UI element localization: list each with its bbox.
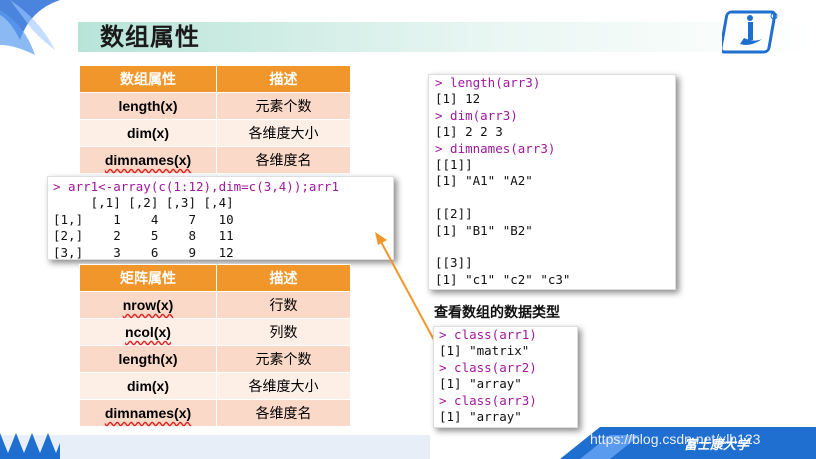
table-cell: dim(x): [79, 119, 217, 147]
console-line: > class(arr2): [439, 359, 537, 375]
table-cell: nrow(x): [79, 291, 217, 319]
table-cell: ncol(x): [79, 318, 217, 346]
table-cell: 各维度大小: [216, 372, 351, 400]
table-cell: length(x): [79, 92, 217, 120]
table-row: ncol(x) 列数: [79, 318, 351, 346]
console-line: [1,] 1 4 7 10: [53, 211, 234, 227]
console-line: [[3]]: [435, 255, 473, 271]
corner-decoration-icon: [0, 0, 60, 55]
table-cell: dimnames(x): [79, 399, 217, 427]
table-cell: 列数: [216, 318, 351, 346]
console-line: > dim(arr3): [435, 107, 518, 123]
console-line: > class(arr1): [439, 327, 537, 342]
table-header: 数组属性: [79, 65, 217, 93]
table-cell: 各维度名: [216, 399, 351, 427]
array-attributes-table: 数组属性 描述 length(x) 元素个数 dim(x) 各维度大小 dimn…: [79, 65, 351, 174]
slide: 数组属性 数组属性 描述 length(x) 元素个数 dim(x) 各维度大小…: [0, 0, 816, 459]
console-output-array: > arr1<-array(c(1:12),dim=c(3,4));arr1 […: [47, 176, 394, 260]
console-line: [1] "A1" "A2": [435, 173, 533, 189]
university-name: 富士康大学: [684, 437, 750, 452]
console-line: > length(arr3): [435, 75, 541, 90]
console-line: [[1]]: [435, 157, 473, 173]
console-line: > arr1<-array(c(1:12),dim=c(3,4));arr1: [53, 179, 339, 194]
table-row: length(x) 元素个数: [79, 92, 351, 120]
table-cell: dimnames(x): [79, 146, 217, 174]
table-cell: 元素个数: [216, 92, 351, 120]
console-line: [3,] 3 6 9 12: [53, 244, 234, 260]
table-cell: dim(x): [79, 372, 217, 400]
university-logo-icon: [722, 10, 778, 54]
table-cell: length(x): [79, 345, 217, 373]
arrow-icon: [375, 232, 435, 341]
console-line: > dimnames(arr3): [435, 140, 556, 156]
console-line: [1] "array": [439, 376, 522, 392]
matrix-attributes-table: 矩阵属性 描述 nrow(x) 行数 ncol(x) 列数 length(x) …: [79, 264, 351, 427]
page-title: 数组属性: [100, 24, 200, 51]
console-line: [1] "matrix": [439, 343, 530, 359]
console-line: [1] "B1" "B2": [435, 222, 533, 238]
console-line: [1] 12: [435, 91, 481, 107]
table-row: dim(x) 各维度大小: [79, 119, 351, 147]
table-cell: 元素个数: [216, 345, 351, 373]
console-line: [1] "array": [439, 409, 522, 425]
table-row: dimnames(x) 各维度名: [79, 146, 351, 174]
console-line: > class(arr3): [439, 392, 537, 408]
console-output-class: > class(arr1) [1] "matrix" > class(arr2)…: [433, 326, 578, 428]
console-line: [[2]]: [435, 206, 473, 222]
console-line: [2,] 2 5 8 11: [53, 228, 234, 244]
table-cell: 行数: [216, 291, 351, 319]
table-header: 描述: [216, 264, 351, 292]
caption-data-type: 查看数组的数据类型: [434, 304, 560, 320]
table-header: 矩阵属性: [79, 264, 217, 292]
table-row: dim(x) 各维度大小: [79, 372, 351, 400]
console-output-arr3-attributes: > length(arr3) [1] 12 > dim(arr3) [1] 2 …: [428, 74, 676, 290]
console-line: [1] "c1" "c2" "c3": [435, 271, 571, 287]
table-row: dimnames(x) 各维度名: [79, 399, 351, 427]
table-header: 描述: [216, 65, 351, 93]
table-cell: 各维度大小: [216, 119, 351, 147]
console-line: [,1] [,2] [,3] [,4]: [53, 195, 234, 211]
console-line: [1] 2 2 3: [435, 124, 503, 140]
table-row: nrow(x) 行数: [79, 291, 351, 319]
table-cell: 各维度名: [216, 146, 351, 174]
table-row: length(x) 元素个数: [79, 345, 351, 373]
